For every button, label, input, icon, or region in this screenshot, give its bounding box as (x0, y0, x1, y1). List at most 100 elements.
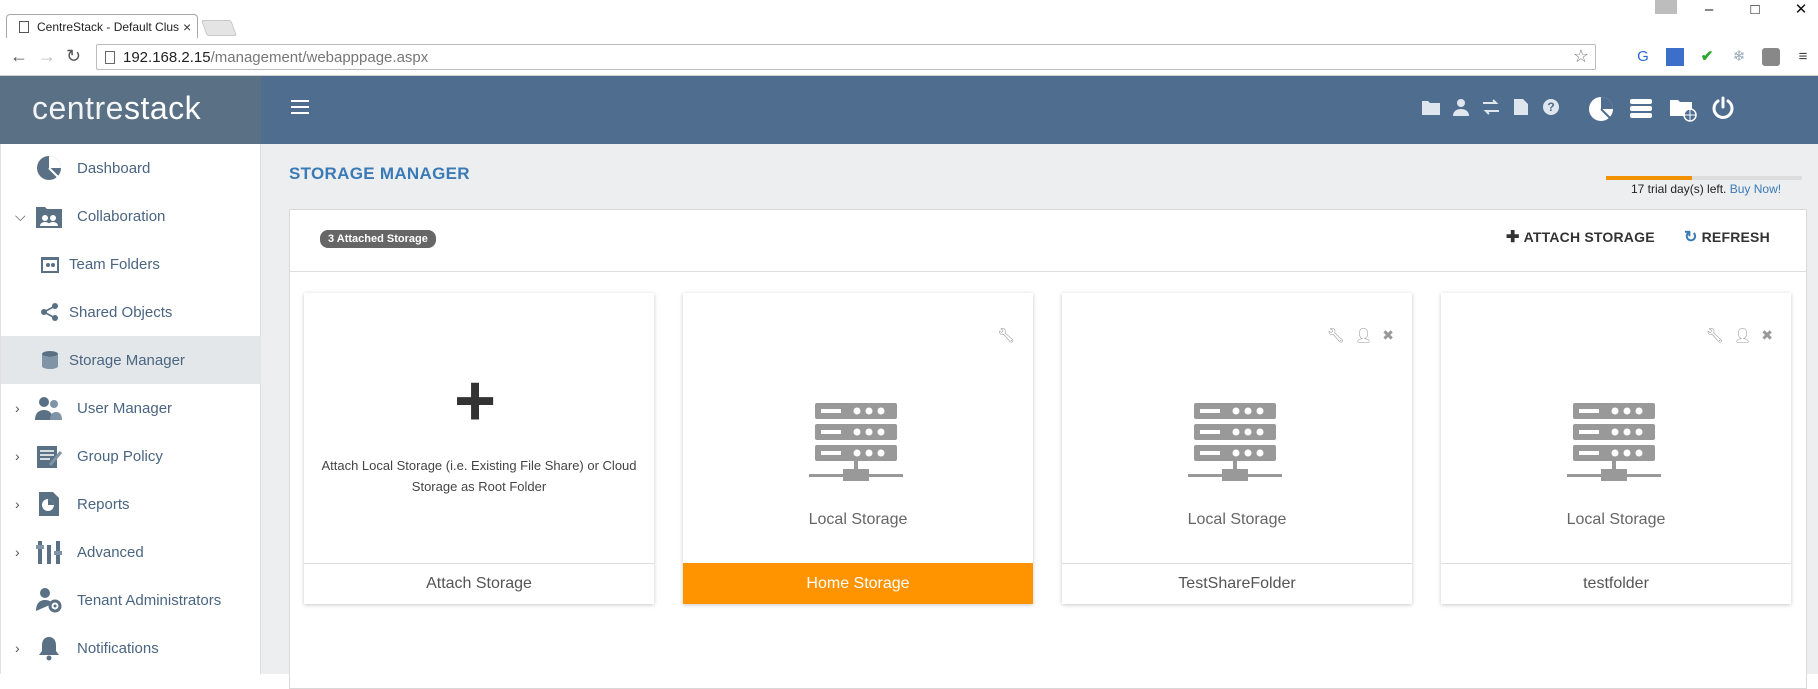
sidebar-item-team-folders[interactable]: Team Folders (1, 240, 262, 288)
sidebar-item-tenant-administrators[interactable]: Tenant Administrators (1, 576, 262, 624)
chevron-right-icon[interactable]: › (15, 496, 29, 512)
card-footer-label[interactable]: testfolder (1441, 563, 1791, 604)
tools-icon (35, 538, 63, 566)
card-footer-label[interactable]: TestShareFolder (1062, 563, 1412, 604)
browser-menu-icon[interactable]: ≡ (1794, 48, 1812, 66)
back-icon[interactable]: ← (10, 46, 28, 67)
sidebar-item-label: Team Folders (69, 255, 160, 273)
user-permission-icon[interactable]: 👤︎ (1733, 327, 1751, 344)
storage-icon (39, 349, 61, 371)
buy-now-link[interactable]: Buy Now! (1730, 182, 1781, 196)
extension-blocked-icon[interactable] (1666, 48, 1684, 66)
storage-type-label: Local Storage (1187, 511, 1287, 528)
folder-globe-icon[interactable] (1669, 96, 1697, 124)
refresh-icon: ↻ (1684, 229, 1698, 246)
wrench-icon[interactable]: 🔧︎ (997, 327, 1015, 344)
close-window-button[interactable]: ✕ (1778, 0, 1818, 22)
chevron-right-icon[interactable]: › (15, 448, 29, 464)
reload-icon[interactable]: ↻ (66, 46, 81, 67)
chevron-right-icon[interactable]: › (15, 400, 29, 416)
server-icon (809, 403, 903, 492)
storage-card-home[interactable]: 🔧︎ Local Storage Home Storage (683, 293, 1033, 604)
chevron-right-icon[interactable]: › (15, 640, 29, 656)
new-tab-button[interactable] (201, 20, 237, 36)
card-footer-label[interactable]: Home Storage (683, 563, 1033, 604)
url-path: /management/webapppage.aspx (210, 48, 429, 66)
menu-toggle-icon[interactable] (291, 100, 309, 116)
user-icon[interactable] (1447, 96, 1475, 124)
translate-extension-icon[interactable]: G (1634, 48, 1652, 66)
bell-icon (35, 634, 63, 662)
refresh-button[interactable]: ↻ REFRESH (1684, 227, 1770, 247)
server-icon (1188, 403, 1282, 492)
maximize-button[interactable]: □ (1732, 0, 1778, 22)
storage-card-testfolder[interactable]: 🔧︎ 👤︎ ✖ Local Storage testfolder (1441, 293, 1791, 604)
chevron-right-icon[interactable]: › (15, 544, 29, 560)
trial-progress-bar (1606, 176, 1802, 180)
trial-days-text: 17 trial day(s) left. (1631, 182, 1727, 196)
remove-icon[interactable]: ✖ (1761, 327, 1773, 344)
address-bar[interactable]: 192.168.2.15 /management/webapppage.aspx… (96, 44, 1596, 70)
sidebar-item-storage-manager[interactable]: Storage Manager (1, 336, 262, 384)
forward-icon[interactable]: → (38, 46, 56, 67)
trial-notice: 17 trial day(s) left. Buy Now! (1631, 182, 1781, 196)
user-permission-icon[interactable]: 👤︎ (1354, 327, 1372, 344)
storage-type-label: Local Storage (808, 511, 908, 528)
logo-text-bold: stack (123, 90, 202, 126)
page-info-icon (105, 50, 115, 64)
sidebar-item-label: Notifications (77, 639, 159, 657)
attach-storage-button[interactable]: ✚ ATTACH STORAGE (1506, 227, 1655, 247)
tenant-admin-icon (35, 586, 63, 614)
sidebar-item-shared-objects[interactable]: Shared Objects (1, 288, 262, 336)
transfer-icon[interactable] (1477, 96, 1505, 124)
sidebar-item-label: Reports (77, 495, 130, 513)
add-storage-icon: + (454, 361, 497, 441)
check-extension-icon[interactable]: ✔ (1698, 48, 1716, 66)
brand-logo[interactable]: centrestack (0, 76, 261, 144)
shield-extension-icon[interactable] (1762, 48, 1780, 66)
minimize-button[interactable]: – (1686, 0, 1732, 22)
profile-icon[interactable] (1655, 0, 1677, 14)
sidebar-item-collaboration[interactable]: ⌵ Collaboration (1, 192, 262, 240)
card-footer-label[interactable]: Attach Storage (304, 563, 654, 604)
tab-close-icon[interactable]: × (183, 19, 191, 35)
app-header: ? (261, 76, 1818, 144)
chevron-down-icon[interactable]: ⌵ (15, 208, 29, 225)
storage-panel: 3 Attached Storage ✚ ATTACH STORAGE ↻ REFR… (289, 209, 1807, 689)
wrench-icon[interactable]: 🔧︎ (1327, 327, 1345, 344)
team-folders-icon (39, 253, 61, 275)
document-icon[interactable] (1507, 96, 1535, 124)
sidebar-item-label: Group Policy (77, 447, 163, 465)
database-stack-icon[interactable] (1627, 96, 1655, 124)
sidebar-item-notifications[interactable]: › Notifications (1, 624, 262, 672)
help-icon[interactable]: ? (1537, 96, 1565, 124)
chart-pie-icon[interactable] (1587, 96, 1615, 124)
sidebar-item-group-policy[interactable]: › Group Policy (1, 432, 262, 480)
sidebar-item-dashboard[interactable]: Dashboard (1, 144, 262, 192)
storage-type-label: Local Storage (1566, 511, 1666, 528)
url-host: 192.168.2.15 (123, 48, 211, 66)
group-policy-icon (35, 442, 63, 470)
snowflake-extension-icon[interactable]: ❄ (1730, 48, 1748, 66)
sidebar: Dashboard ⌵ Collaboration Team Folders S… (0, 144, 262, 674)
power-icon[interactable] (1709, 96, 1737, 124)
remove-icon[interactable]: ✖ (1382, 327, 1394, 344)
storage-card-testsharefolder[interactable]: 🔧︎ 👤︎ ✖ Local Storage TestShareFolder (1062, 293, 1412, 604)
attached-storage-badge: 3 Attached Storage (320, 230, 436, 248)
plus-icon: ✚ (1506, 229, 1520, 246)
folder-icon[interactable] (1417, 96, 1445, 124)
reports-icon (35, 490, 63, 518)
wrench-icon[interactable]: 🔧︎ (1706, 327, 1724, 344)
window-controls: – □ ✕ (1686, 0, 1818, 22)
attach-storage-card[interactable]: + Attach Local Storage (i.e. Existing Fi… (304, 293, 654, 604)
browser-tab[interactable]: CentreStack - Default Clus × (6, 14, 198, 38)
sidebar-item-reports[interactable]: › Reports (1, 480, 262, 528)
logo-text-light: centre (32, 90, 124, 126)
main-content: STORAGE MANAGER 17 trial day(s) left. Bu… (261, 144, 1818, 689)
sidebar-item-advanced[interactable]: › Advanced (1, 528, 262, 576)
bookmark-star-icon[interactable]: ☆ (1573, 46, 1589, 67)
sidebar-item-user-manager[interactable]: › User Manager (1, 384, 262, 432)
browser-tab-strip: CentreStack - Default Clus × – □ ✕ (0, 0, 1818, 38)
collaboration-icon (35, 202, 63, 230)
page-title: STORAGE MANAGER (289, 164, 470, 183)
